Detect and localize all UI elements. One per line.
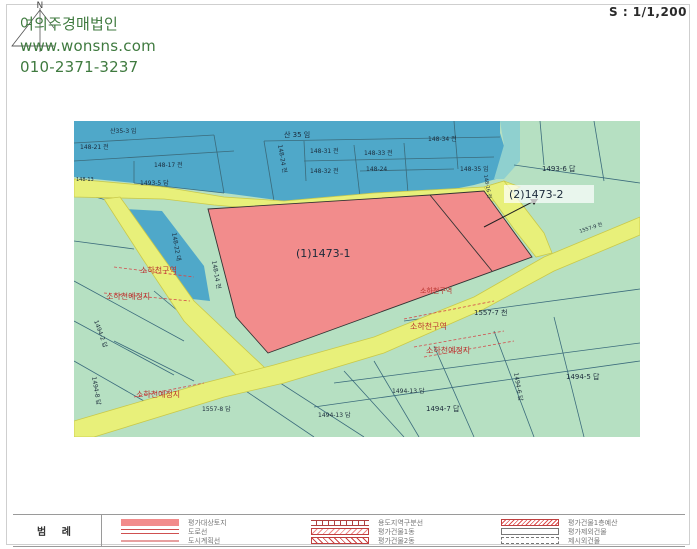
parcel-148-21: 148-21 전 (80, 143, 109, 151)
legend-swatch-zone-line (311, 519, 369, 526)
legend-swatch-target (121, 519, 179, 526)
parcel-148-31: 148-31 전 (310, 147, 339, 155)
parcel-148-17: 148-17 전 (154, 161, 183, 169)
legend-label-other: 제시외건물 (568, 536, 601, 545)
parcel-1493-6: 1493-6 답 (542, 164, 576, 173)
scale-label: S : 1/1,200 (609, 5, 687, 19)
parcel-148-33: 148-33 전 (364, 149, 393, 157)
legend-item-other: 제시외건물 (501, 535, 600, 546)
main-parcel-label: (1)1473-1 (296, 247, 351, 260)
legend-title: 범 례 (13, 515, 102, 546)
compass-label: N (37, 1, 44, 11)
legend: 범 례 평가대상토지 도로선 도시계획선 용도지역구분선 평가건물1동 평가건물… (13, 514, 685, 547)
legend-item-bldg2: 평가건물2동 (311, 535, 415, 546)
parcel-slope2: 148-13 (76, 177, 94, 183)
parcel-topleft: 산35-3 임 (110, 127, 137, 135)
zone-label-3: 소하천구역 (410, 321, 447, 331)
watermark-line-1: 여의주경매법인 (20, 15, 119, 33)
watermark: 여의주경매법인 www.wonsns.com 010-2371-3237 (20, 14, 156, 79)
parcel-1493-5: 1493-5 답 (140, 180, 169, 187)
parcel-1494-7: 1494-7 답 (426, 404, 460, 413)
legend-swatch-urban-plan (121, 539, 179, 542)
parcel-1557-7: 1557-7 천 (474, 308, 507, 317)
watermark-line-3: 010-2371-3237 (20, 58, 139, 76)
parcel-148-24: 148-24 (366, 166, 387, 173)
zone-label-5: 소하천구역 (420, 286, 452, 295)
parcel-1494-13: 1494-13 답 (392, 388, 425, 395)
zone-label-4: 소하천예정지 (426, 345, 470, 355)
parcel-148-34: 148-34 전 (428, 135, 457, 143)
legend-swatch-excluded (501, 528, 559, 535)
legend-item-urban-plan: 도시계획선 (121, 535, 220, 546)
parcel-1557-8: 1557-8 답 (202, 406, 231, 413)
legend-swatch-other (501, 537, 559, 544)
zone-label-6: 소하천예정지 (136, 389, 180, 399)
legend-label-bldg2: 평가건물2동 (378, 536, 415, 545)
legend-swatch-road (121, 529, 179, 534)
callout-label: (2)1473-2 (509, 188, 564, 201)
parcel-new35: 산 35 임 (284, 130, 310, 139)
parcel-148-32: 148-32 전 (310, 167, 339, 175)
legend-label-urban-plan: 도시계획선 (188, 536, 221, 545)
zone-label-2: 소하천예정지 (106, 291, 150, 301)
legend-swatch-bldg2 (311, 537, 369, 544)
legend-swatch-bldg1 (311, 528, 369, 535)
legend-swatch-bldg-plan (501, 519, 559, 526)
parcel-1494-5: 1494-5 답 (566, 372, 600, 381)
zone-label-1: 소하천구역 (140, 265, 177, 275)
parcel-148-35: 148-35 임 (460, 165, 489, 173)
cadastral-map: (1)1473-1 (2)1473-2 1493-6 답 1557-7 천 14… (74, 121, 640, 437)
parcel-1494-13b: 1494-13 답 (318, 412, 351, 419)
watermark-line-2: www.wonsns.com (20, 36, 156, 55)
